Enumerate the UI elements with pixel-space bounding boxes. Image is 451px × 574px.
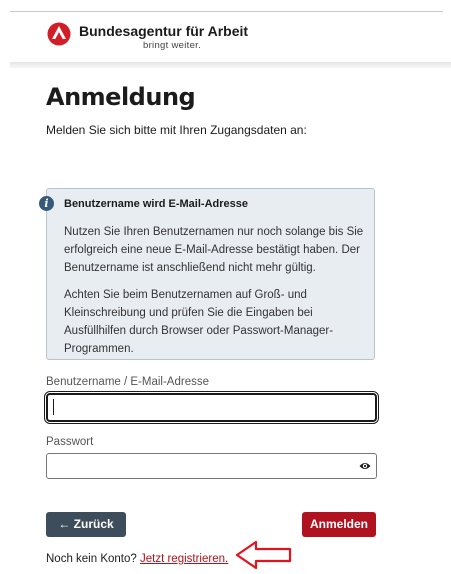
page-title: Anmeldung — [46, 83, 196, 111]
register-prompt: Noch kein Konto? Jetzt registrieren. — [46, 553, 228, 565]
info-icon: i — [39, 196, 54, 211]
password-input[interactable] — [46, 453, 377, 479]
info-box-title: Benutzername wird E-Mail-Adresse — [64, 198, 248, 210]
show-password-eye-icon[interactable] — [359, 461, 371, 471]
username-label: Benutzername / E-Mail-Adresse — [46, 376, 209, 388]
header-shadow-band — [10, 62, 451, 68]
info-box-paragraph-2: Achten Sie beim Benutzernamen auf Groß- … — [64, 289, 334, 355]
ba-logo-icon[interactable] — [47, 22, 71, 46]
intro-text: Melden Sie sich bitte mit Ihren Zugangsd… — [46, 123, 307, 137]
password-label: Passwort — [46, 436, 94, 448]
back-button[interactable]: ← Zurück — [46, 512, 126, 537]
annotation-arrow-icon — [235, 540, 292, 570]
register-link[interactable]: Jetzt registrieren. — [140, 553, 228, 565]
text-cursor — [53, 399, 54, 415]
register-prompt-text: Noch kein Konto? — [46, 553, 140, 565]
brand-name: Bundesagentur für Arbeit — [79, 23, 249, 39]
info-box-paragraph-1: Nutzen Sie Ihren Benutzernamen nur noch … — [64, 226, 364, 274]
brand-tagline: bringt weiter. — [143, 40, 202, 51]
login-button[interactable]: Anmelden — [302, 512, 376, 537]
username-input[interactable] — [46, 393, 377, 422]
